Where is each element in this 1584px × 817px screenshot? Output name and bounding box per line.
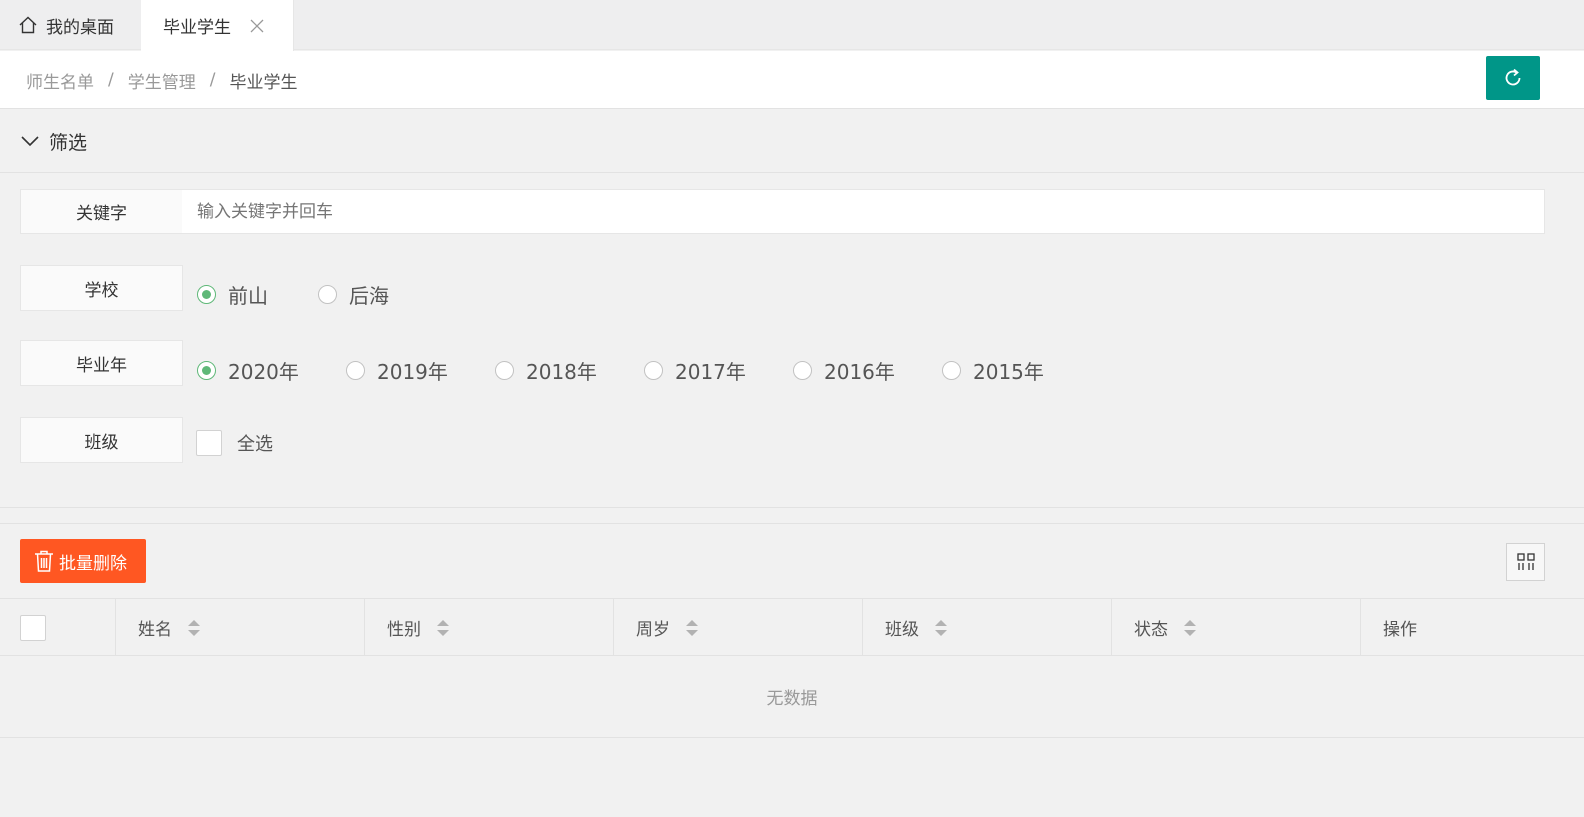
trash-icon xyxy=(35,550,53,572)
breadcrumb-separator: / xyxy=(209,70,216,90)
radio-label: 2015年 xyxy=(973,360,1044,384)
radio-label: 2017年 xyxy=(675,360,746,384)
keyword-label: 关键字 xyxy=(20,189,183,234)
tab-home-label: 我的桌面 xyxy=(46,17,114,38)
radio-label: 前山 xyxy=(228,284,268,308)
select-all-label: 全选 xyxy=(237,434,273,455)
columns-icon xyxy=(1516,553,1535,570)
year-radio-2018[interactable]: 2018年 xyxy=(495,356,644,385)
column-header-label: 周岁 xyxy=(636,620,670,640)
year-radio-2020[interactable]: 2020年 xyxy=(197,356,346,385)
column-header-age[interactable]: 周岁 xyxy=(614,599,863,656)
sort-icon[interactable] xyxy=(437,618,449,638)
header-checkbox[interactable] xyxy=(20,614,46,641)
column-header-label: 性别 xyxy=(387,620,421,640)
class-label: 班级 xyxy=(20,417,183,463)
column-header-actions: 操作 xyxy=(1361,599,1584,656)
close-icon[interactable] xyxy=(249,18,265,34)
filter-title: 筛选 xyxy=(49,131,88,154)
year-radio-2016[interactable]: 2016年 xyxy=(793,356,942,385)
column-header-label: 操作 xyxy=(1383,620,1417,640)
school-label: 学校 xyxy=(20,265,183,311)
filter-toggle[interactable]: 筛选 xyxy=(0,110,1584,173)
radio-unchecked-icon xyxy=(942,361,961,380)
radio-checked-icon xyxy=(197,285,216,304)
empty-text: 无数据 xyxy=(766,689,818,709)
tab-active-label: 毕业学生 xyxy=(163,18,231,38)
batch-delete-button[interactable]: 批量删除 xyxy=(20,539,146,583)
radio-label: 2018年 xyxy=(526,360,597,384)
year-radio-2017[interactable]: 2017年 xyxy=(644,356,793,385)
radio-unchecked-icon xyxy=(318,285,337,304)
batch-delete-label: 批量删除 xyxy=(59,553,127,574)
refresh-icon xyxy=(1505,68,1521,86)
school-radio-qianshan[interactable]: 前山 xyxy=(197,280,268,309)
column-header-label: 班级 xyxy=(885,620,919,640)
header-select-all xyxy=(0,599,116,656)
column-toggle-button[interactable] xyxy=(1506,543,1545,581)
table-header: 姓名 性别 周岁 班级 状态 操作 xyxy=(0,598,1584,656)
column-header-name[interactable]: 姓名 xyxy=(116,599,365,656)
column-header-label: 姓名 xyxy=(138,620,172,640)
sort-icon[interactable] xyxy=(686,618,698,638)
radio-unchecked-icon xyxy=(644,361,663,380)
radio-label: 2020年 xyxy=(228,360,299,384)
chevron-down-icon xyxy=(21,136,39,147)
radio-label: 后海 xyxy=(349,284,389,308)
radio-checked-icon xyxy=(197,361,216,380)
breadcrumb: 师生名单 / 学生管理 / 毕业学生 xyxy=(26,51,297,109)
breadcrumb-bar: 师生名单 / 学生管理 / 毕业学生 xyxy=(0,51,1584,109)
column-header-class[interactable]: 班级 xyxy=(863,599,1112,656)
sort-icon[interactable] xyxy=(188,618,200,638)
radio-unchecked-icon xyxy=(793,361,812,380)
tab-graduated-students[interactable]: 毕业学生 xyxy=(141,0,294,51)
radio-unchecked-icon xyxy=(346,361,365,380)
breadcrumb-separator: / xyxy=(108,70,114,90)
sort-icon[interactable] xyxy=(1184,618,1196,638)
refresh-button[interactable] xyxy=(1486,56,1540,100)
home-icon xyxy=(19,16,37,34)
year-radio-2019[interactable]: 2019年 xyxy=(346,356,495,385)
table-empty-row: 无数据 xyxy=(0,656,1584,738)
school-radio-houhai[interactable]: 后海 xyxy=(318,280,389,309)
school-radio-group: 前山 后海 xyxy=(197,280,389,309)
radio-label: 2016年 xyxy=(824,360,895,384)
divider xyxy=(0,507,1584,508)
divider xyxy=(0,523,1584,524)
sort-icon[interactable] xyxy=(935,618,947,638)
radio-unchecked-icon xyxy=(495,361,514,380)
tab-home[interactable]: 我的桌面 xyxy=(0,0,141,50)
graduation-year-label: 毕业年 xyxy=(20,340,183,386)
tab-bar: 我的桌面 毕业学生 xyxy=(0,0,1584,51)
column-header-status[interactable]: 状态 xyxy=(1112,599,1361,656)
class-select-all[interactable]: 全选 xyxy=(196,430,273,456)
radio-label: 2019年 xyxy=(377,360,448,384)
year-radio-2015[interactable]: 2015年 xyxy=(942,356,1044,385)
column-header-label: 状态 xyxy=(1134,620,1168,640)
keyword-search-input[interactable] xyxy=(182,189,1545,234)
year-radio-group: 2020年 2019年 2018年 2017年 2016年 2015年 xyxy=(197,356,1044,385)
select-all-checkbox[interactable] xyxy=(196,430,222,456)
column-header-gender[interactable]: 性别 xyxy=(365,599,614,656)
breadcrumb-item-current: 毕业学生 xyxy=(229,72,298,93)
breadcrumb-item-roster[interactable]: 师生名单 xyxy=(26,68,94,93)
breadcrumb-item-student-management[interactable]: 学生管理 xyxy=(128,68,196,93)
